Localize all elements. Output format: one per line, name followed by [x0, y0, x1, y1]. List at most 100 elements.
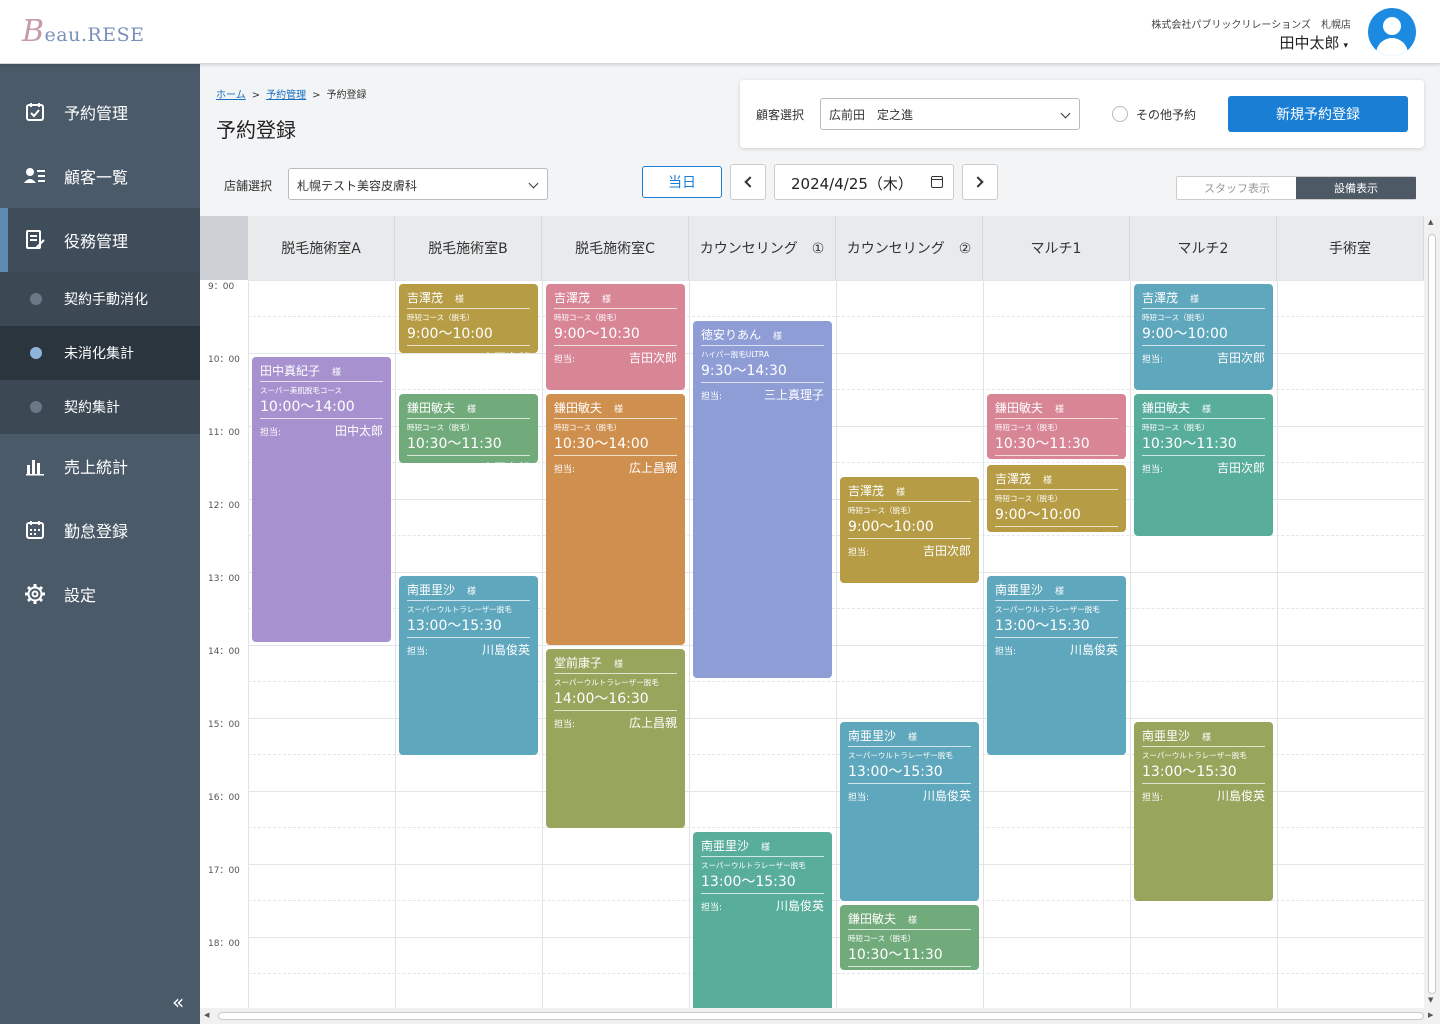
reservation-time: 9:00〜10:00: [1142, 323, 1265, 346]
prev-day-button[interactable]: [730, 164, 766, 200]
customer-name: 吉澤茂様: [995, 470, 1118, 491]
column-header: マルチ2: [1130, 216, 1277, 280]
customer-name: 鎌田敏夫様: [995, 399, 1118, 419]
scroll-left-icon[interactable]: ◀: [204, 1011, 209, 1019]
bullet-icon: [30, 347, 42, 359]
equipment-view-tab[interactable]: 設備表示: [1296, 177, 1416, 199]
store-select[interactable]: 札幌テスト美容皮膚科: [288, 168, 548, 200]
document-edit-icon: [24, 229, 46, 251]
course-name: ハイパー脱毛ULTRA: [701, 349, 769, 359]
sidebar-item-attendance[interactable]: 勤怠登録: [0, 498, 200, 562]
reservation-card[interactable]: 吉澤茂様時短コース（脱毛）9:00〜10:00 担当:吉田次郎: [987, 465, 1126, 533]
reservation-card[interactable]: 徳安りあん様ハイパー脱毛ULTRA 9:30〜14:30 担当: 三上真理子: [693, 320, 832, 679]
scroll-up-icon[interactable]: ▲: [1428, 218, 1433, 226]
scroll-right-icon[interactable]: ▶: [1428, 1011, 1433, 1019]
column-header: 手術室: [1277, 216, 1424, 280]
reservation-card[interactable]: 鎌田敏夫様時短コース（脱毛）10:30〜11:30 担当:吉田次郎: [840, 904, 979, 971]
bullet-icon: [30, 401, 42, 413]
breadcrumb-home[interactable]: ホーム: [216, 90, 246, 101]
scroll-down-icon[interactable]: ▼: [1428, 996, 1433, 1004]
reservation-card[interactable]: 南亜里沙様スーパーウルトラレーザー脱毛 13:00〜15:30 担当: 川島俊英: [840, 722, 979, 901]
time-label: 17：00: [208, 866, 240, 876]
breadcrumb: ホーム > 予約管理 > 予約登録: [216, 90, 367, 101]
reservation-card[interactable]: 鎌田敏夫様時短コース（脱毛）10:30〜11:30 担当:吉田次郎: [987, 393, 1126, 460]
view-toggle: スタッフ表示 設備表示: [1176, 176, 1416, 200]
logo[interactable]: Beau.RESE: [22, 14, 144, 49]
sidebar-item-settings[interactable]: 設定: [0, 562, 200, 626]
reservation-time: 13:00〜15:30: [407, 615, 530, 638]
reservation-time: 10:30〜14:00: [554, 433, 677, 456]
course-name: スーパーウルトラレーザー脱毛: [1142, 751, 1247, 760]
reservation-card[interactable]: 吉澤茂様時短コース（脱毛）9:00〜10:00 担当:吉田次郎: [399, 284, 538, 354]
app-header: Beau.RESE 株式会社パブリックリレーションズ 札幌店 田中太郎 ▾: [0, 0, 1440, 64]
reservation-card[interactable]: 南亜里沙様スーパーウルトラレーザー脱毛 13:00〜15:30 担当: 川島俊英: [399, 576, 538, 755]
customer-name: 南亜里沙様: [848, 727, 971, 747]
hour-line: [248, 572, 1424, 573]
reservation-time: 10:00〜14:00: [260, 396, 383, 419]
time-label: 15：00: [208, 720, 240, 730]
course-name: スーパーウルトラレーザー脱毛: [995, 605, 1100, 614]
next-day-button[interactable]: [962, 164, 998, 200]
other-reservation-label: その他予約: [1136, 108, 1197, 122]
reservation-card[interactable]: 鎌田敏夫様時短コース（脱毛） 10:30〜14:00 担当: 広上昌親: [546, 393, 685, 646]
avatar[interactable]: [1368, 8, 1416, 56]
reservation-card[interactable]: 堂前康子様スーパーウルトラレーザー脱毛 14:00〜16:30 担当: 広上昌親: [546, 649, 685, 828]
sidebar-item-sales-stats[interactable]: 売上統計: [0, 434, 200, 498]
chevron-left-icon: [744, 176, 756, 188]
calendar-grid-icon: [24, 519, 46, 541]
staff-view-tab[interactable]: スタッフ表示: [1177, 177, 1297, 199]
reservation-time: 9:00〜10:30: [554, 323, 677, 346]
sidebar-item-customers[interactable]: 顧客一覧: [0, 144, 200, 208]
staff-row: 担当: 川島俊英: [407, 643, 530, 657]
schedule-grid: 脱毛施術室A 脱毛施術室B 脱毛施術室C カウンセリング ① カウンセリング ② マルチ1…: [200, 216, 1424, 1008]
horizontal-scrollbar[interactable]: ◀ ▶: [200, 1008, 1440, 1024]
horizontal-scroll-thumb[interactable]: [218, 1012, 1424, 1020]
reservation-card[interactable]: 鎌田敏夫様時短コース（脱毛）10:30〜11:30 担当:吉田次郎: [1134, 393, 1273, 536]
vertical-scrollbar[interactable]: ▲ ▼: [1424, 216, 1440, 1008]
company-name: 株式会社パブリックリレーションズ 札幌店: [1151, 20, 1351, 31]
sidebar-item-reservations[interactable]: 予約管理: [0, 80, 200, 144]
sidebar-item-service-management[interactable]: 役務管理: [0, 208, 200, 272]
bullet-icon: [30, 293, 42, 305]
new-reservation-button[interactable]: 新規予約登録: [1228, 96, 1408, 132]
customer-name: 吉澤茂様: [848, 482, 971, 503]
vertical-scroll-thumb[interactable]: [1428, 234, 1436, 994]
reservation-card[interactable]: 南亜里沙様スーパーウルトラレーザー脱毛 13:00〜15:30 担当: 川島俊英: [987, 576, 1126, 755]
chevron-down-icon: [528, 178, 539, 189]
reservation-card[interactable]: 田中真紀子様スーパー美肌脱毛コース 10:00〜14:00 担当: 田中太郎: [252, 357, 391, 642]
date-picker[interactable]: 2024/4/25（木）: [774, 164, 954, 200]
course-name: 時短コース（脱毛）: [554, 313, 622, 322]
column-header: カウンセリング ②: [836, 216, 983, 280]
breadcrumb-reservations[interactable]: 予約管理: [266, 90, 306, 101]
customer-name: 鎌田敏夫様: [407, 399, 530, 419]
staff-row: 担当:吉田次郎: [995, 459, 1118, 460]
reservation-card[interactable]: 吉澤茂様時短コース（脱毛）9:00〜10:00 担当:吉田次郎: [1134, 284, 1273, 390]
sidebar-subitem-contract-summary[interactable]: 契約集計: [0, 380, 200, 434]
staff-row: 担当: 川島俊英: [848, 789, 971, 803]
course-name: スーパーウルトラレーザー脱毛: [701, 860, 806, 870]
course-name: 時短コース（脱毛）: [407, 422, 475, 432]
staff-row: 担当: 川島俊英: [701, 898, 824, 913]
reservation-card[interactable]: 南亜里沙様スーパーウルトラレーザー脱毛 13:00〜15:30 担当: 川島俊英: [1134, 722, 1273, 901]
user-menu[interactable]: 田中太郎 ▾: [1279, 32, 1348, 53]
reservation-card[interactable]: 鎌田敏夫様時短コース（脱毛）10:30〜11:30 担当:吉田次郎: [399, 393, 538, 463]
reservation-card[interactable]: 吉澤茂様時短コース（脱毛） 9:00〜10:30 担当: 吉田次郎: [546, 284, 685, 390]
collapse-sidebar-icon[interactable]: «: [172, 990, 184, 1014]
time-label: 9：00: [208, 282, 235, 292]
customer-name: 南亜里沙様: [995, 581, 1118, 601]
reservation-card[interactable]: 南亜里沙様スーパーウルトラレーザー脱毛 13:00〜15:30 担当: 川島俊英: [693, 831, 832, 1008]
today-button[interactable]: 当日: [642, 166, 722, 198]
customer-select[interactable]: 広前田 定之進: [820, 98, 1080, 130]
sidebar-subitem-manual-consume[interactable]: 契約手動消化: [0, 272, 200, 326]
breadcrumb-current: 予約登録: [326, 90, 367, 101]
time-label: 13：00: [208, 574, 240, 584]
reservation-card[interactable]: 吉澤茂様時短コース（脱毛）9:00〜10:00 担当:吉田次郎: [840, 477, 979, 584]
column-header: 脱毛施術室B: [395, 216, 542, 280]
sidebar-subitem-unconsumed-summary[interactable]: 未消化集計: [0, 326, 200, 380]
time-label: 12：00: [208, 501, 240, 511]
customer-name: 徳安りあん様: [701, 326, 824, 346]
time-label: 14：00: [208, 647, 240, 657]
other-reservation-radio[interactable]: [1112, 106, 1128, 122]
chevron-right-icon: [972, 176, 984, 188]
staff-row: 担当: 広上昌親: [554, 460, 677, 475]
